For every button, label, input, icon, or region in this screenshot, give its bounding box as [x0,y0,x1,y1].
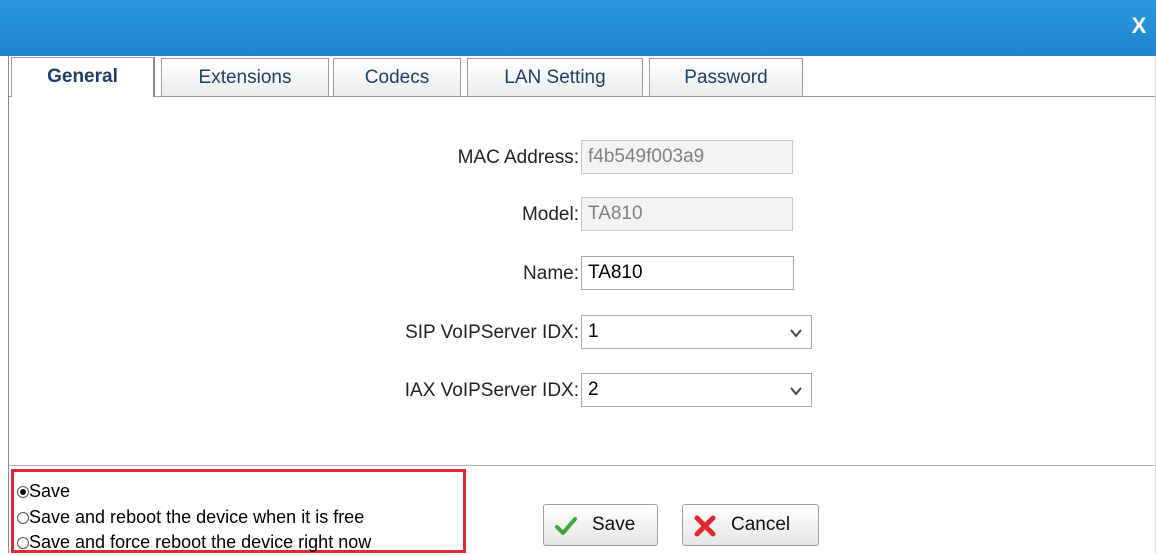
radio-save-reboot-when-free[interactable]: Save and reboot the device when it is fr… [17,504,364,530]
model-label: Model: [521,204,579,225]
model-row: Model: TA810 [9,197,1155,233]
sip-server-value: 1 [588,321,599,342]
chevron-down-icon [789,316,803,348]
chevron-down-icon [789,374,803,406]
model-field: TA810 [581,197,793,231]
iax-server-select[interactable]: 2 [581,373,812,407]
dialog-titlebar: X [0,0,1156,56]
tab-password[interactable]: Password [649,58,803,96]
radio-unchecked-icon [17,512,29,524]
mac-address-row: MAC Address: f4b549f003a9 [9,140,1155,176]
save-options-group: Save Save and reboot the device when it … [11,469,466,553]
close-button[interactable]: X [1128,14,1150,38]
sip-server-select[interactable]: 1 [581,315,812,349]
tab-general[interactable]: General [11,57,155,97]
dialog-footer: Save Save and reboot the device when it … [9,466,1155,553]
checkmark-icon [554,513,578,537]
tab-bar: General Extensions Codecs LAN Setting Pa… [9,56,1155,97]
cancel-button-label: Cancel [731,514,791,535]
radio-save-label: Save [29,481,71,501]
save-button[interactable]: Save [543,504,658,546]
cancel-button[interactable]: Cancel [682,504,819,546]
general-form: MAC Address: f4b549f003a9 Model: TA810 N… [9,97,1155,466]
cancel-x-icon [693,513,717,537]
name-row: Name: TA810 [9,256,1155,292]
radio-save-force-reboot-label: Save and force reboot the device right n… [29,532,372,552]
radio-save-reboot-when-free-label: Save and reboot the device when it is fr… [29,507,365,527]
tab-extensions[interactable]: Extensions [161,58,329,96]
name-label: Name: [523,263,579,284]
radio-save[interactable]: Save [17,478,70,504]
iax-server-label: IAX VoIPServer IDX: [404,380,579,401]
sip-server-row: SIP VoIPServer IDX: 1 [9,315,1155,351]
radio-unchecked-icon [17,537,29,549]
sip-server-label: SIP VoIPServer IDX: [405,322,579,343]
save-button-label: Save [592,514,636,535]
mac-address-label: MAC Address: [457,147,579,168]
tab-lan-setting[interactable]: LAN Setting [467,58,643,96]
iax-server-value: 2 [588,379,599,400]
radio-save-force-reboot[interactable]: Save and force reboot the device right n… [17,529,371,555]
dialog-body: General Extensions Codecs LAN Setting Pa… [8,56,1156,553]
name-input[interactable]: TA810 [581,256,794,290]
tab-codecs[interactable]: Codecs [333,58,461,96]
iax-server-row: IAX VoIPServer IDX: 2 [9,373,1155,409]
radio-checked-icon [17,486,29,498]
mac-address-field: f4b549f003a9 [581,140,793,174]
